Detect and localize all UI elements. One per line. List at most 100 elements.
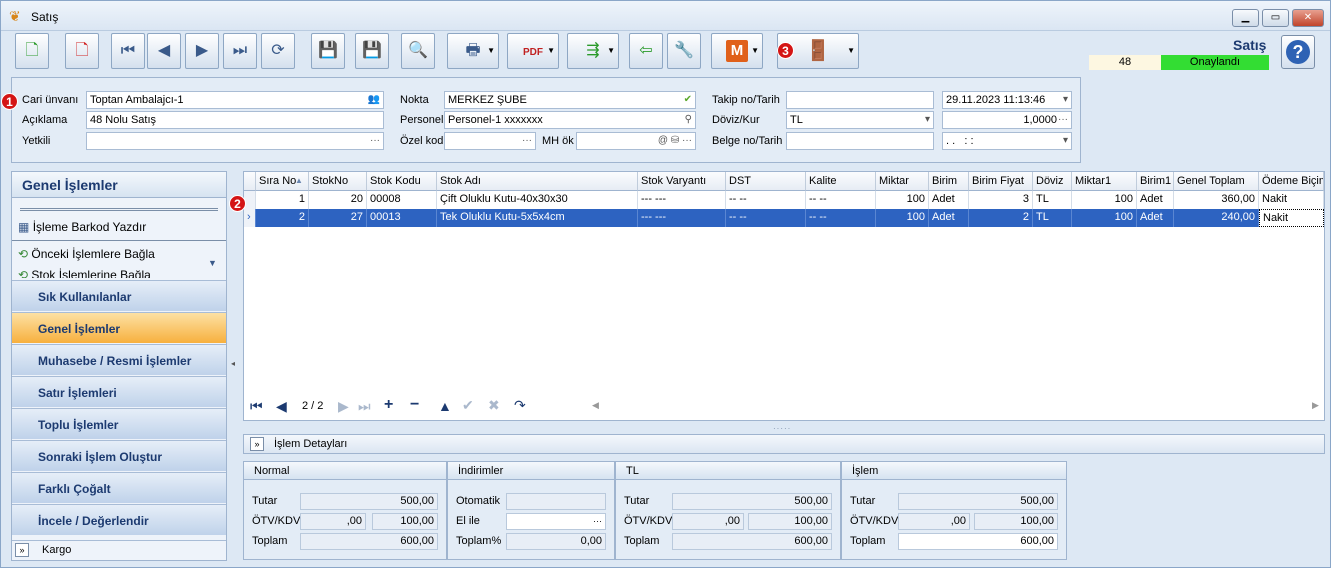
cell: TL bbox=[1033, 191, 1072, 209]
col-header[interactable]: Ödeme Biçimi bbox=[1259, 172, 1324, 191]
col-header[interactable]: Kalite bbox=[806, 172, 876, 191]
save-cancel-button[interactable]: 💾 bbox=[355, 33, 389, 69]
nav-genel-islemler[interactable]: Genel İşlemler bbox=[12, 312, 226, 343]
badge-1: 1 bbox=[1, 93, 18, 110]
col-header[interactable]: Birim Fiyat bbox=[969, 172, 1033, 191]
export-button[interactable]: ⇶ ▼ bbox=[567, 33, 619, 69]
cell: 27 bbox=[309, 209, 367, 227]
islem-box: İşlem Tutar 500,00 ÖTV/KDV ,00 100,00 To… bbox=[841, 461, 1067, 560]
prev-page-icon[interactable]: ◀ bbox=[276, 398, 287, 415]
col-header[interactable]: Birim1 bbox=[1137, 172, 1174, 191]
takip-date-field[interactable]: 29.11.2023 11:13:46 ▾ bbox=[942, 91, 1072, 109]
m-button[interactable]: M ▼ bbox=[711, 33, 763, 69]
barcode-icon: ▦ bbox=[18, 220, 30, 234]
tl-kdv: 100,00 bbox=[748, 513, 832, 530]
col-header[interactable]: Genel Toplam bbox=[1174, 172, 1259, 191]
next-record-icon: ▶ bbox=[195, 42, 209, 59]
personel-value: Personel-1 xxxxxxx bbox=[448, 114, 543, 126]
nav-toplu-islemler[interactable]: Toplu İşlemler bbox=[12, 408, 226, 439]
add-row-icon[interactable]: + bbox=[384, 396, 393, 414]
doviz-value: TL bbox=[790, 114, 803, 126]
print-button[interactable]: 🖶 ▼ bbox=[447, 33, 499, 69]
cari-unvani-label: Cari ünvanı bbox=[22, 94, 79, 106]
cell: Nakit bbox=[1259, 191, 1324, 209]
action-barkod-yazdir[interactable]: ▦ İşleme Barkod Yazdır bbox=[18, 220, 146, 234]
cancel-icon[interactable]: ✖ bbox=[488, 397, 500, 414]
prev-record-button[interactable]: ◀ bbox=[147, 33, 181, 69]
col-header[interactable]: Miktar1 bbox=[1072, 172, 1137, 191]
redo-icon[interactable]: ↷ bbox=[514, 397, 526, 414]
belge-no-field[interactable] bbox=[786, 132, 934, 150]
preview-button[interactable]: 🔍 bbox=[401, 33, 435, 69]
doviz-select[interactable]: TL ▾ bbox=[786, 111, 934, 129]
nav-sik-kullanilanlar[interactable]: Sık Kullanılanlar bbox=[12, 280, 226, 311]
delete-record-button[interactable]: 🗋 bbox=[65, 33, 99, 69]
move-up-icon[interactable]: ▲ bbox=[438, 398, 452, 414]
kargo-section[interactable]: » Kargo bbox=[12, 540, 226, 560]
splitter-grip[interactable]: ····· bbox=[773, 424, 791, 433]
link-icon: ⟲ bbox=[18, 247, 29, 261]
takip-date-value: 29.11.2023 11:13:46 bbox=[946, 94, 1046, 106]
first-page-icon[interactable]: ⏮ bbox=[250, 398, 263, 415]
nav-incele[interactable]: İncele / Değerlendir bbox=[12, 504, 226, 535]
mh-ok-field[interactable]: @ ⛁ ··· bbox=[576, 132, 696, 150]
belge-date-field[interactable]: . . : : ▾ bbox=[942, 132, 1072, 150]
pdf-button[interactable]: PDF ▼ bbox=[507, 33, 559, 69]
col-header[interactable]: Stok Adı bbox=[437, 172, 638, 191]
nav-farkli-cogalt[interactable]: Farklı Çoğalt bbox=[12, 472, 226, 503]
action-stok-islemlerine-bagla[interactable]: ⟲ Stok İşlemlerine Bağla bbox=[18, 268, 151, 278]
ellipsis-icon: ··· bbox=[1058, 114, 1068, 125]
col-header[interactable]: Stok Varyantı bbox=[638, 172, 726, 191]
help-button[interactable]: ? bbox=[1281, 35, 1315, 69]
remove-row-icon[interactable]: − bbox=[410, 396, 419, 414]
takip-no-field[interactable] bbox=[786, 91, 934, 109]
chevron-down-icon[interactable]: ▼ bbox=[208, 258, 217, 268]
yetkili-field[interactable]: ··· bbox=[86, 132, 384, 150]
nav-muhasebe[interactable]: Muhasebe / Resmi İşlemler bbox=[12, 344, 226, 375]
close-button[interactable]: ✕ bbox=[1292, 9, 1324, 27]
details-header[interactable]: » İşlem Detayları bbox=[243, 434, 1325, 454]
personel-field[interactable]: Personel-1 xxxxxxx ⚲ bbox=[444, 111, 696, 129]
cell: 360,00 bbox=[1174, 191, 1259, 209]
collapse-panel-icon[interactable]: ◂ bbox=[231, 359, 235, 368]
kur-field[interactable]: 1,0000 ··· bbox=[942, 111, 1072, 129]
islem-tutar: 500,00 bbox=[898, 493, 1058, 510]
last-page-icon[interactable]: ⏭ bbox=[358, 398, 371, 415]
nav-satir-islemleri[interactable]: Satır İşlemleri bbox=[12, 376, 226, 407]
islem-toplam[interactable]: 600,00 bbox=[898, 533, 1058, 550]
nokta-label: Nokta bbox=[400, 94, 429, 106]
elile-field[interactable]: ··· bbox=[506, 513, 606, 530]
tools-button[interactable]: 🔧 bbox=[667, 33, 701, 69]
maximize-button[interactable]: ▭ bbox=[1262, 9, 1289, 27]
items-grid: Sıra No ▲ StokNo Stok Kodu Stok Adı Stok… bbox=[243, 171, 1325, 421]
confirm-icon[interactable]: ✔ bbox=[462, 397, 474, 414]
next-record-button[interactable]: ▶ bbox=[185, 33, 219, 69]
next-page-icon[interactable]: ▶ bbox=[338, 398, 349, 415]
col-header[interactable]: Döviz bbox=[1033, 172, 1072, 191]
ozel-kod-field[interactable]: ··· bbox=[444, 132, 536, 150]
col-header[interactable]: Birim bbox=[929, 172, 969, 191]
new-record-button[interactable]: 🗋 bbox=[15, 33, 49, 69]
nokta-field[interactable]: MERKEZ ŞUBE ✔ bbox=[444, 91, 696, 109]
col-header[interactable]: Miktar bbox=[876, 172, 929, 191]
minimize-button[interactable]: ▁ bbox=[1232, 9, 1259, 27]
action-onceki-islemlere-bagla[interactable]: ⟲ Önceki İşlemlere Bağla bbox=[18, 247, 155, 261]
col-header[interactable]: StokNo bbox=[309, 172, 367, 191]
tutar-label: Tutar bbox=[850, 495, 876, 507]
first-record-button[interactable]: ⏮ bbox=[111, 33, 145, 69]
cell: Adet bbox=[929, 209, 969, 227]
back-button[interactable]: ⇦ bbox=[629, 33, 663, 69]
scroll-left-icon[interactable]: ◀ bbox=[592, 400, 599, 411]
refresh-button[interactable]: ⟳ bbox=[261, 33, 295, 69]
cari-unvani-field[interactable]: Toptan Ambalajcı-1 👥 bbox=[86, 91, 384, 109]
col-header[interactable]: Stok Kodu bbox=[367, 172, 437, 191]
scroll-right-icon[interactable]: ▶ bbox=[1312, 400, 1319, 411]
indirim-toplam: 0,00 bbox=[506, 533, 606, 550]
normal-title: Normal bbox=[244, 462, 446, 480]
nav-sonraki-islem[interactable]: Sonraki İşlem Oluştur bbox=[12, 440, 226, 471]
last-record-button[interactable]: ⏭ bbox=[223, 33, 257, 69]
save-button[interactable]: 💾 bbox=[311, 33, 345, 69]
cell-focused[interactable]: Nakit bbox=[1259, 209, 1324, 227]
col-header[interactable]: DST bbox=[726, 172, 806, 191]
aciklama-field[interactable]: 48 Nolu Satış bbox=[86, 111, 384, 129]
